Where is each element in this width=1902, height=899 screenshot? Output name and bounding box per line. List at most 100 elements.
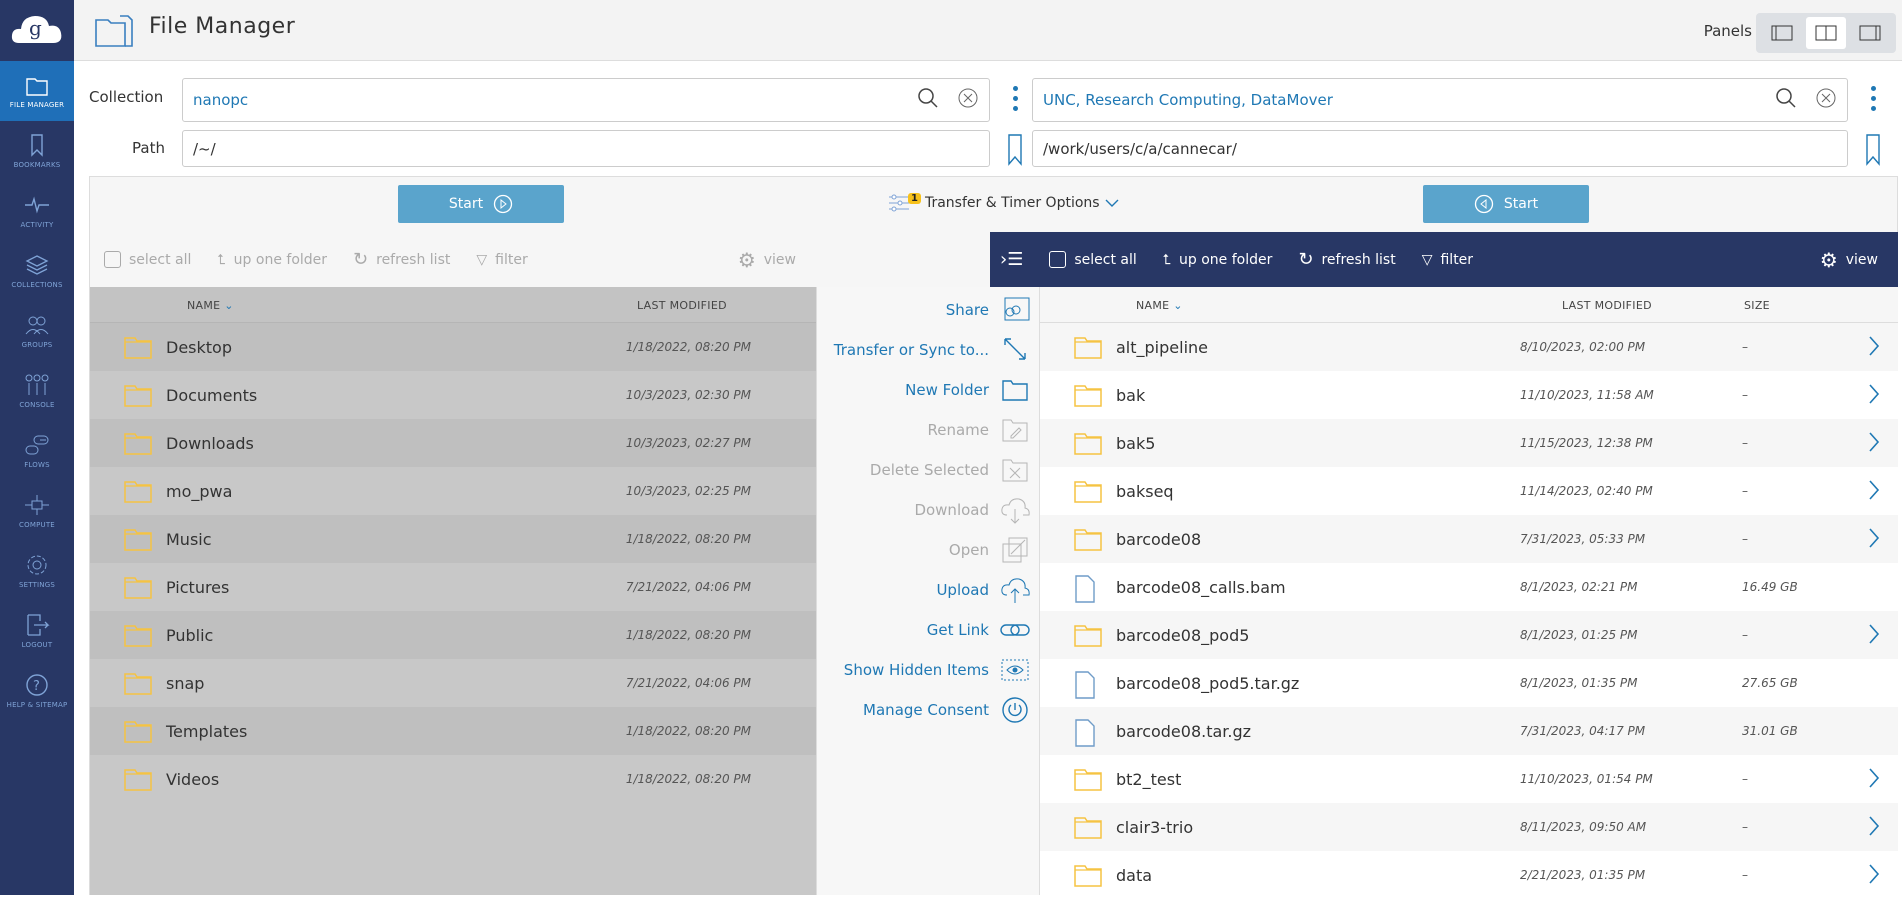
sidebar-item-file-manager[interactable]: FILE MANAGER: [0, 61, 74, 121]
name-column-header[interactable]: NAME ⌄: [1136, 299, 1183, 312]
menu-item-download: Download: [914, 501, 989, 519]
folder-icon: [1074, 767, 1102, 795]
menu-item-new-folder[interactable]: New Folder: [905, 381, 989, 399]
table-row[interactable]: Templates 1/18/2022, 08:20 PM: [90, 707, 816, 755]
clear-icon[interactable]: [957, 87, 979, 113]
right-path-input[interactable]: /work/users/c/a/cannecar/: [1032, 130, 1848, 167]
start-transfer-left-button[interactable]: Start: [398, 185, 564, 223]
panel-dual-button[interactable]: [1806, 17, 1846, 49]
new-folder-icon[interactable]: [999, 375, 1031, 405]
table-row[interactable]: clair3-trio 8/11/2023, 09:50 AM –: [1040, 803, 1898, 851]
sidebar-item-help-sitemap[interactable]: ? HELP & SITEMAP: [0, 661, 74, 721]
table-row[interactable]: mo_pwa 10/3/2023, 02:25 PM: [90, 467, 816, 515]
sidebar-item-flows[interactable]: FLOWS: [0, 421, 74, 481]
menu-item-upload[interactable]: Upload: [936, 581, 989, 599]
select-all-checkbox[interactable]: select all: [1049, 251, 1137, 268]
chevron-right-icon[interactable]: [1868, 863, 1880, 889]
left-collection-options-icon[interactable]: [1012, 86, 1018, 111]
menu-item-share[interactable]: Share: [946, 301, 989, 319]
file-modified: 7/21/2022, 04:06 PM: [625, 580, 751, 594]
left-bookmark-icon[interactable]: [1007, 134, 1023, 170]
clear-icon[interactable]: [1815, 87, 1837, 113]
toggle-menu-button[interactable]: ›☰: [1000, 249, 1023, 270]
table-row[interactable]: bt2_test 11/10/2023, 01:54 PM –: [1040, 755, 1898, 803]
share-icon[interactable]: [999, 295, 1031, 325]
chevron-right-icon[interactable]: [1868, 479, 1880, 505]
panel-single-left-button[interactable]: [1762, 17, 1802, 49]
left-path-input[interactable]: /~/: [182, 130, 990, 167]
table-row[interactable]: snap 7/21/2022, 04:06 PM: [90, 659, 816, 707]
search-icon[interactable]: [917, 87, 939, 113]
sidebar-item-groups[interactable]: GROUPS: [0, 301, 74, 361]
upload-icon[interactable]: [999, 575, 1031, 605]
globus-logo[interactable]: g: [0, 0, 74, 61]
table-row[interactable]: Music 1/18/2022, 08:20 PM: [90, 515, 816, 563]
transfer-timer-options-toggle[interactable]: 1 Transfer & Timer Options: [888, 192, 1120, 213]
table-row[interactable]: barcode08_calls.bam 8/1/2023, 02:21 PM 16.…: [1040, 563, 1898, 611]
table-row[interactable]: Downloads 10/3/2023, 02:27 PM: [90, 419, 816, 467]
left-collection-input[interactable]: nanopc: [182, 78, 990, 122]
power-icon[interactable]: [999, 695, 1031, 725]
table-row[interactable]: data 2/21/2023, 01:35 PM –: [1040, 851, 1898, 899]
up-one-folder-button[interactable]: ⮤ up one folder: [217, 252, 327, 268]
chevron-right-icon[interactable]: [1868, 383, 1880, 409]
file-name: data: [1116, 865, 1153, 885]
menu-item-show-hidden-items[interactable]: Show Hidden Items: [844, 661, 989, 679]
table-row[interactable]: Documents 10/3/2023, 02:30 PM: [90, 371, 816, 419]
table-row[interactable]: bakseq 11/14/2023, 02:40 PM –: [1040, 467, 1898, 515]
table-row[interactable]: alt_pipeline 8/10/2023, 02:00 PM –: [1040, 323, 1898, 371]
filter-button[interactable]: ▽ filter: [476, 252, 527, 268]
sidebar-item-collections[interactable]: COLLECTIONS: [0, 241, 74, 301]
transfer-arrows-icon[interactable]: [999, 335, 1031, 365]
sidebar-item-settings[interactable]: SETTINGS: [0, 541, 74, 601]
table-row[interactable]: Public 1/18/2022, 08:20 PM: [90, 611, 816, 659]
last-modified-column-header[interactable]: LAST MODIFIED: [637, 299, 727, 312]
table-row[interactable]: Pictures 7/21/2022, 04:06 PM: [90, 563, 816, 611]
file-name: bakseq: [1116, 481, 1174, 501]
menu-item-get-link[interactable]: Get Link: [927, 621, 989, 639]
right-collection-input[interactable]: UNC, Research Computing, DataMover: [1032, 78, 1848, 122]
refresh-list-button[interactable]: ↻ refresh list: [353, 249, 450, 270]
eye-icon[interactable]: [999, 655, 1031, 685]
file-modified: 7/31/2023, 05:33 PM: [1520, 532, 1646, 546]
table-row[interactable]: bak 11/10/2023, 11:58 AM –: [1040, 371, 1898, 419]
link-icon[interactable]: [999, 615, 1031, 645]
name-column-header[interactable]: NAME ⌄: [187, 299, 234, 312]
view-button[interactable]: ⚙ view: [1820, 248, 1878, 272]
table-row[interactable]: barcode08.tar.gz 7/31/2023, 04:17 PM 31.01…: [1040, 707, 1898, 755]
filter-button[interactable]: ▽ filter: [1422, 252, 1473, 268]
sidebar-item-console[interactable]: CONSOLE: [0, 361, 74, 421]
refresh-list-button[interactable]: ↻ refresh list: [1298, 249, 1395, 270]
gear-icon: ⚙: [1819, 247, 1838, 272]
view-button[interactable]: ⚙ view: [738, 248, 796, 272]
table-row[interactable]: Desktop 1/18/2022, 08:20 PM: [90, 323, 816, 371]
table-row[interactable]: barcode08 7/31/2023, 05:33 PM –: [1040, 515, 1898, 563]
sidebar-item-bookmarks[interactable]: BOOKMARKS: [0, 121, 74, 181]
start-transfer-right-button[interactable]: Start: [1423, 185, 1589, 223]
menu-item-manage-consent[interactable]: Manage Consent: [863, 701, 989, 719]
sidebar-item-compute[interactable]: COMPUTE: [0, 481, 74, 541]
chevron-right-icon[interactable]: [1868, 527, 1880, 553]
last-modified-column-header[interactable]: LAST MODIFIED: [1562, 299, 1652, 312]
file-name: Desktop: [166, 337, 232, 357]
sidebar-item-logout[interactable]: LOGOUT: [0, 601, 74, 661]
table-row[interactable]: barcode08_pod5.tar.gz 8/1/2023, 01:35 PM 2…: [1040, 659, 1898, 707]
filter-icon: ▽: [1421, 251, 1433, 268]
chevron-right-icon[interactable]: [1868, 623, 1880, 649]
table-row[interactable]: Videos 1/18/2022, 08:20 PM: [90, 755, 816, 803]
chevron-right-icon[interactable]: [1868, 815, 1880, 841]
right-collection-options-icon[interactable]: [1870, 86, 1876, 111]
table-row[interactable]: bak5 11/15/2023, 12:38 PM –: [1040, 419, 1898, 467]
search-icon[interactable]: [1775, 87, 1797, 113]
chevron-right-icon[interactable]: [1868, 335, 1880, 361]
sidebar-item-activity[interactable]: ACTIVITY: [0, 181, 74, 241]
panel-single-right-button[interactable]: [1850, 17, 1890, 49]
menu-item-transfer-or-sync-to[interactable]: Transfer or Sync to...: [834, 341, 989, 359]
right-bookmark-icon[interactable]: [1865, 134, 1881, 170]
select-all-checkbox[interactable]: select all: [104, 251, 191, 268]
size-column-header[interactable]: SIZE: [1744, 299, 1770, 312]
chevron-right-icon[interactable]: [1868, 767, 1880, 793]
chevron-right-icon[interactable]: [1868, 431, 1880, 457]
up-one-folder-button[interactable]: ⮤ up one folder: [1163, 252, 1273, 268]
table-row[interactable]: barcode08_pod5 8/1/2023, 01:25 PM –: [1040, 611, 1898, 659]
